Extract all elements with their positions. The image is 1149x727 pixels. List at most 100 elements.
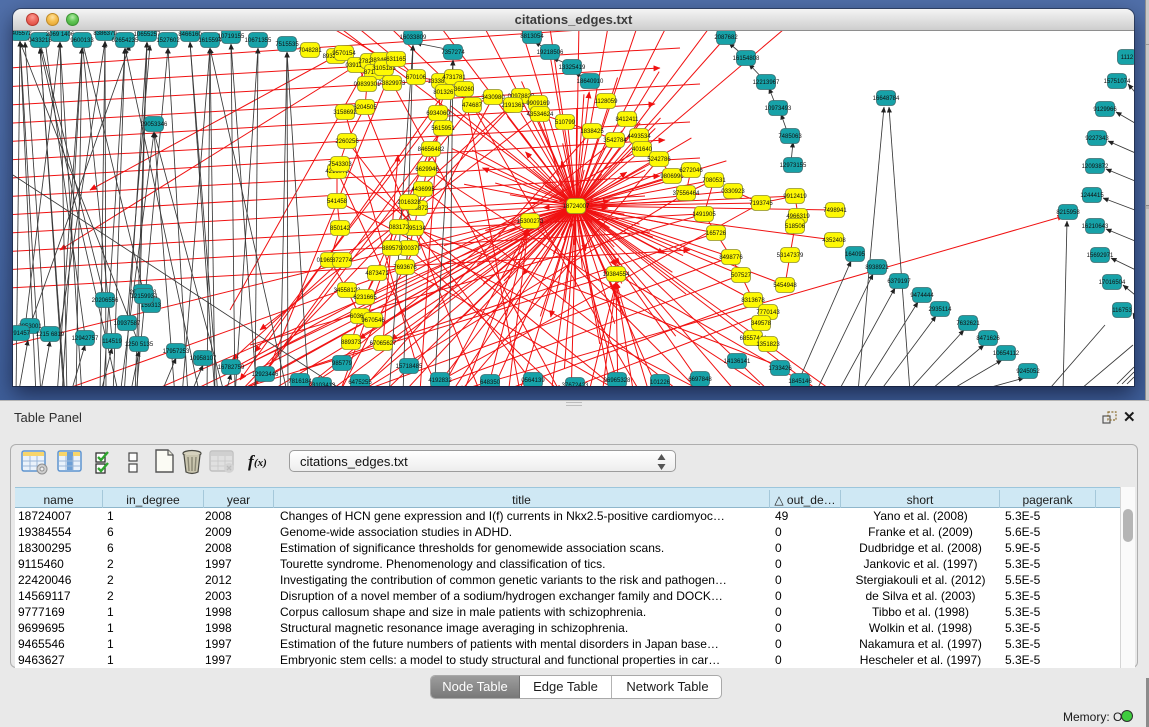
svg-text:1491905: 1491905 xyxy=(692,212,716,218)
svg-text:9227343: 9227343 xyxy=(1085,136,1109,142)
svg-text:6204505: 6204505 xyxy=(353,105,377,111)
svg-text:16648784: 16648784 xyxy=(873,96,900,102)
svg-text:1838425: 1838425 xyxy=(580,129,604,135)
svg-text:518506: 518506 xyxy=(785,224,806,230)
svg-text:67065627: 67065627 xyxy=(370,341,397,347)
svg-text:12213967: 12213967 xyxy=(753,80,780,86)
svg-text:8313678: 8313678 xyxy=(741,298,765,304)
svg-text:15692971: 15692971 xyxy=(1087,253,1114,259)
svg-text:10958107: 10958107 xyxy=(190,356,217,362)
svg-text:1250 5135: 1250 5135 xyxy=(125,342,154,348)
svg-text:507527: 507527 xyxy=(731,273,752,279)
svg-text:6379197: 6379197 xyxy=(887,279,911,285)
svg-text:16782759: 16782759 xyxy=(218,365,245,371)
svg-text:10719155: 10719155 xyxy=(218,34,245,40)
svg-text:9245052: 9245052 xyxy=(1016,369,1040,375)
svg-text:84656482: 84656482 xyxy=(418,147,445,153)
svg-text:4731781: 4731781 xyxy=(442,75,466,81)
svg-text:73829973: 73829973 xyxy=(379,81,406,87)
svg-text:510799: 510799 xyxy=(555,120,576,126)
svg-text:3542784: 3542784 xyxy=(603,138,627,144)
svg-text:1733426: 1733426 xyxy=(768,366,792,372)
svg-text:17016504: 17016504 xyxy=(1099,280,1126,286)
svg-text:2087682: 2087682 xyxy=(714,35,738,41)
svg-text:1845146: 1845146 xyxy=(788,379,812,385)
svg-text:648350: 648350 xyxy=(480,380,501,386)
svg-text:19384554: 19384554 xyxy=(603,272,630,278)
svg-text:8412411: 8412411 xyxy=(616,117,640,123)
svg-text:9570154: 9570154 xyxy=(332,51,356,57)
svg-text:2016328: 2016328 xyxy=(397,200,421,206)
svg-text:16033809: 16033809 xyxy=(400,35,427,41)
svg-text:5242786: 5242786 xyxy=(647,157,671,163)
svg-text:17957253: 17957253 xyxy=(163,349,190,355)
svg-text:10654112: 10654112 xyxy=(993,351,1020,357)
svg-text:670106: 670106 xyxy=(406,75,427,81)
svg-text:7515535: 7515535 xyxy=(275,42,299,48)
svg-text:7543303: 7543303 xyxy=(328,162,352,168)
svg-text:19218506: 19218506 xyxy=(537,50,564,56)
svg-text:8813054: 8813054 xyxy=(520,34,544,40)
svg-text:(x): (x) xyxy=(254,457,267,469)
svg-text:4192832: 4192832 xyxy=(428,378,452,384)
svg-text:12973155: 12973155 xyxy=(780,163,807,169)
svg-text:7498941: 7498941 xyxy=(823,208,847,214)
svg-text:114519: 114519 xyxy=(102,339,122,345)
svg-text:083172: 083172 xyxy=(389,225,410,231)
svg-text:360260: 360260 xyxy=(454,87,475,93)
svg-text:4436995: 4436995 xyxy=(411,187,435,193)
svg-text:8215958: 8215958 xyxy=(1056,210,1080,216)
svg-text:2935114: 2935114 xyxy=(929,307,953,313)
svg-text:37556464: 37556464 xyxy=(673,191,700,197)
svg-text:18640910: 18640910 xyxy=(577,79,604,85)
svg-text:1112: 1112 xyxy=(1121,55,1134,61)
svg-text:02654235: 02654235 xyxy=(112,38,139,44)
svg-text:43534624: 43534624 xyxy=(527,112,554,118)
svg-text:4352408: 4352408 xyxy=(822,238,846,244)
svg-text:872774: 872774 xyxy=(332,258,353,264)
svg-text:2191361: 2191361 xyxy=(501,103,525,109)
svg-text:6475255: 6475255 xyxy=(348,380,372,386)
svg-text:15718485: 15718485 xyxy=(396,364,423,370)
svg-text:12159934: 12159934 xyxy=(131,294,158,300)
svg-text:7632621: 7632621 xyxy=(956,321,980,327)
svg-text:6934060: 6934060 xyxy=(426,111,450,117)
svg-text:9129966: 9129966 xyxy=(1093,107,1117,113)
svg-text:12923446: 12923446 xyxy=(252,372,279,378)
svg-text:6629946: 6629946 xyxy=(415,167,439,173)
svg-text:5454948: 5454948 xyxy=(773,283,797,289)
svg-text:5615951: 5615951 xyxy=(431,126,455,132)
svg-text:1128059: 1128059 xyxy=(595,99,619,105)
svg-text:4493534: 4493534 xyxy=(627,134,651,140)
svg-text:09839301: 09839301 xyxy=(354,82,381,88)
svg-text:6272046: 6272046 xyxy=(679,168,703,174)
svg-text:8938921: 8938921 xyxy=(865,265,889,271)
svg-text:12942757: 12942757 xyxy=(72,336,99,342)
svg-text:985779: 985779 xyxy=(332,361,353,367)
svg-text:10973493: 10973493 xyxy=(765,106,792,112)
svg-text:9670546: 9670546 xyxy=(361,318,385,324)
svg-text:1351823: 1351823 xyxy=(756,342,780,348)
svg-text:159313: 159313 xyxy=(141,303,162,309)
svg-text:96965328: 96965328 xyxy=(604,378,631,384)
svg-text:37672423: 37672423 xyxy=(562,383,589,386)
svg-text:889579: 889579 xyxy=(382,246,403,252)
svg-text:164095: 164095 xyxy=(845,252,866,258)
svg-text:391457: 391457 xyxy=(13,331,31,337)
svg-text:13325419: 13325419 xyxy=(559,65,586,71)
svg-text:9474444: 9474444 xyxy=(910,293,934,299)
svg-text:18724007: 18724007 xyxy=(563,204,590,210)
svg-text:889373: 889373 xyxy=(341,340,362,346)
svg-text:8471626: 8471626 xyxy=(976,336,1000,342)
svg-text:7048281: 7048281 xyxy=(298,48,322,54)
svg-text:3105183: 3105183 xyxy=(372,66,396,72)
svg-text:29053346: 29053346 xyxy=(141,122,168,128)
svg-text:0433218: 0433218 xyxy=(28,38,52,44)
svg-text:4873471: 4873471 xyxy=(365,271,389,277)
svg-text:116753: 116753 xyxy=(1112,308,1132,314)
svg-text:3430980: 3430980 xyxy=(481,95,505,101)
svg-text:12093872: 12093872 xyxy=(1082,164,1109,170)
svg-text:401640: 401640 xyxy=(632,147,653,153)
svg-text:1244415: 1244415 xyxy=(1080,193,1104,199)
svg-text:15300273: 15300273 xyxy=(517,219,544,225)
